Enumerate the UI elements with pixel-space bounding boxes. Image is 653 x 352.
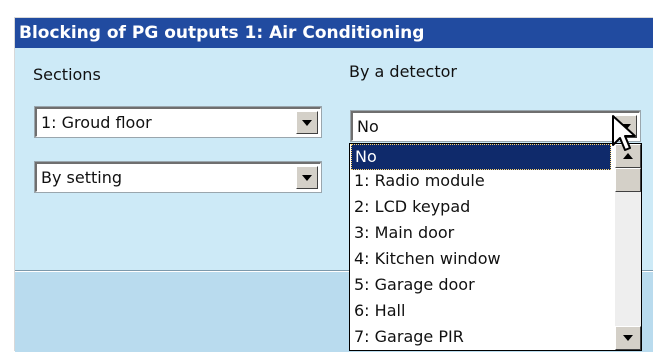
chevron-down-icon <box>621 124 631 130</box>
list-item[interactable]: 2: LCD keypad <box>351 195 611 221</box>
section-dropdown-button[interactable] <box>296 111 318 134</box>
sections-label: Sections <box>33 65 101 84</box>
section-select-value: 1: Groud floor <box>41 113 152 132</box>
scroll-thumb[interactable] <box>615 168 641 192</box>
scroll-down-button[interactable] <box>615 326 641 350</box>
list-item[interactable]: 6: Hall <box>351 299 611 325</box>
scroll-up-icon <box>623 153 633 159</box>
detector-select-value: No <box>357 117 379 136</box>
chevron-down-icon <box>302 175 312 181</box>
detector-select[interactable]: No <box>350 110 641 142</box>
list-item[interactable]: No <box>351 144 611 170</box>
list-item[interactable]: 3: Main door <box>351 221 611 247</box>
detector-label: By a detector <box>349 62 457 81</box>
scroll-up-button[interactable] <box>615 144 641 168</box>
chevron-down-icon <box>302 120 312 126</box>
dialog-title: Blocking of PG outputs 1: Air Conditioni… <box>15 18 653 48</box>
section-select[interactable]: 1: Groud floor <box>34 106 322 138</box>
scroll-down-icon <box>623 335 633 341</box>
list-item[interactable]: 4: Kitchen window <box>351 247 611 273</box>
dialog-window: Blocking of PG outputs 1: Air Conditioni… <box>14 17 653 352</box>
list-item[interactable]: 7: Garage PIR <box>351 325 611 350</box>
detector-options-list[interactable]: No 1: Radio module 2: LCD keypad 3: Main… <box>349 143 642 351</box>
list-scrollbar[interactable] <box>615 144 641 350</box>
list-item[interactable]: 5: Garage door <box>351 273 611 299</box>
mode-dropdown-button[interactable] <box>296 166 318 189</box>
mode-select-value: By setting <box>41 168 122 187</box>
list-item[interactable]: 1: Radio module <box>351 169 611 195</box>
mode-select[interactable]: By setting <box>34 161 322 193</box>
detector-dropdown-button[interactable] <box>615 115 637 138</box>
